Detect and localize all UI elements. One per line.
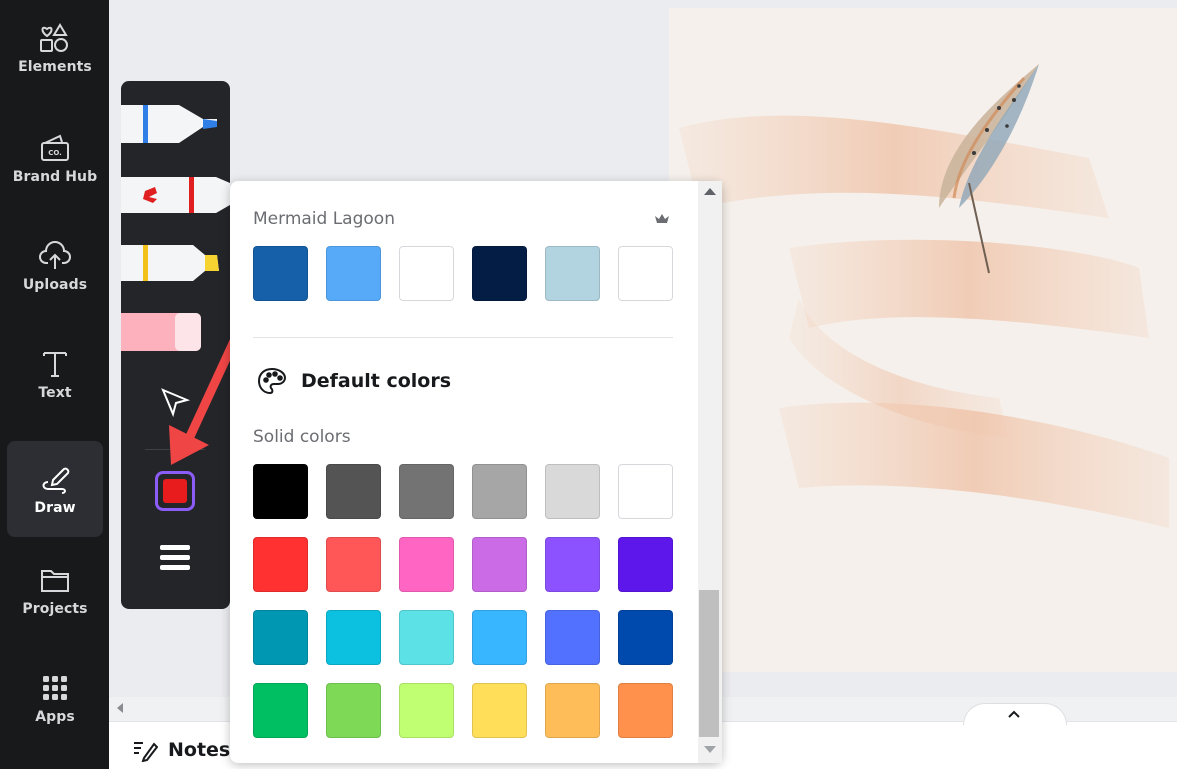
color-swatch[interactable]: [253, 246, 308, 301]
color-swatch[interactable]: [326, 683, 381, 738]
color-swatch[interactable]: [618, 246, 673, 301]
menu-line-icon: [160, 555, 190, 560]
highlighter-tool-icon[interactable]: [121, 239, 230, 289]
color-swatch[interactable]: [253, 683, 308, 738]
cloud-upload-icon: [39, 241, 71, 269]
color-swatch[interactable]: [253, 464, 308, 519]
color-swatch[interactable]: [399, 610, 454, 665]
sidebar-item-elements[interactable]: Elements: [7, 0, 103, 96]
color-swatch[interactable]: [545, 246, 600, 301]
sidebar-item-brand-hub[interactable]: CO. Brand Hub: [7, 110, 103, 206]
marker-tool-icon[interactable]: [121, 171, 230, 219]
sidebar-item-uploads[interactable]: Uploads: [7, 218, 103, 314]
color-picker-popover: Mermaid Lagoon Default colors Solid colo…: [230, 181, 722, 763]
color-swatch[interactable]: [472, 683, 527, 738]
sidebar-item-projects[interactable]: Projects: [7, 542, 103, 638]
menu-line-icon: [160, 545, 190, 550]
current-color-button[interactable]: [155, 471, 195, 511]
color-swatch[interactable]: [326, 610, 381, 665]
color-swatch[interactable]: [618, 610, 673, 665]
scroll-up-arrow-icon[interactable]: [704, 188, 716, 195]
default-colors-label: Default colors: [301, 370, 452, 392]
sidebar-item-label: Elements: [18, 59, 92, 75]
sidebar-item-label: Uploads: [22, 277, 88, 293]
current-color-swatch: [163, 479, 187, 503]
color-swatch[interactable]: [399, 537, 454, 592]
stroke-weight-button[interactable]: [160, 545, 190, 575]
svg-text:CO.: CO.: [48, 149, 62, 157]
scroll-down-arrow-icon[interactable]: [704, 746, 716, 753]
design-page[interactable]: [669, 8, 1177, 672]
draw-icon: [42, 467, 70, 494]
apps-grid-icon: [43, 676, 67, 700]
default-colors-header: Default colors: [257, 367, 451, 395]
watercolor-artwork: [679, 64, 1169, 528]
brand-kit-title: Mermaid Lagoon: [253, 209, 395, 229]
color-swatch[interactable]: [545, 537, 600, 592]
scroll-left-arrow-icon[interactable]: [117, 703, 123, 713]
sidebar-item-draw[interactable]: Draw: [7, 441, 103, 537]
notes-icon: [134, 742, 158, 762]
color-swatch[interactable]: [472, 464, 527, 519]
brand-hub-icon: CO.: [41, 134, 69, 161]
solid-colors-label: Solid colors: [253, 427, 351, 447]
scrollbar-thumb[interactable]: [699, 590, 719, 737]
color-swatch[interactable]: [618, 464, 673, 519]
left-sidebar: Elements CO. Brand Hub Uploads Text Draw: [0, 0, 109, 769]
chevron-up-icon[interactable]: [1007, 709, 1021, 719]
color-swatch[interactable]: [399, 683, 454, 738]
elements-icon: [40, 23, 68, 52]
color-swatch[interactable]: [326, 537, 381, 592]
color-swatch[interactable]: [472, 537, 527, 592]
crown-icon: [655, 214, 669, 223]
color-swatch[interactable]: [545, 610, 600, 665]
sidebar-item-label: Text: [38, 385, 72, 401]
color-swatch[interactable]: [399, 246, 454, 301]
color-swatch[interactable]: [618, 683, 673, 738]
text-icon: [43, 352, 67, 377]
color-swatch[interactable]: [472, 246, 527, 301]
sidebar-item-apps[interactable]: Apps: [7, 650, 103, 746]
notes-label: Notes: [168, 739, 231, 761]
color-swatch[interactable]: [326, 246, 381, 301]
color-swatch[interactable]: [326, 464, 381, 519]
section-divider: [253, 337, 673, 338]
sidebar-item-label: Projects: [22, 601, 88, 617]
color-swatch[interactable]: [253, 610, 308, 665]
color-swatch[interactable]: [618, 537, 673, 592]
menu-line-icon: [160, 565, 190, 570]
folder-icon: [41, 570, 69, 592]
sidebar-item-label: Apps: [35, 709, 75, 725]
palette-icon: [257, 367, 287, 395]
notes-button[interactable]: Notes: [132, 738, 230, 762]
color-swatch[interactable]: [253, 537, 308, 592]
color-swatch[interactable]: [472, 610, 527, 665]
sidebar-item-label: Brand Hub: [12, 169, 98, 185]
sidebar-item-text[interactable]: Text: [7, 326, 103, 422]
color-swatch[interactable]: [545, 683, 600, 738]
color-swatch[interactable]: [399, 464, 454, 519]
color-swatch[interactable]: [545, 464, 600, 519]
sidebar-item-label: Draw: [34, 500, 76, 516]
pen-tool-icon[interactable]: [121, 99, 230, 155]
